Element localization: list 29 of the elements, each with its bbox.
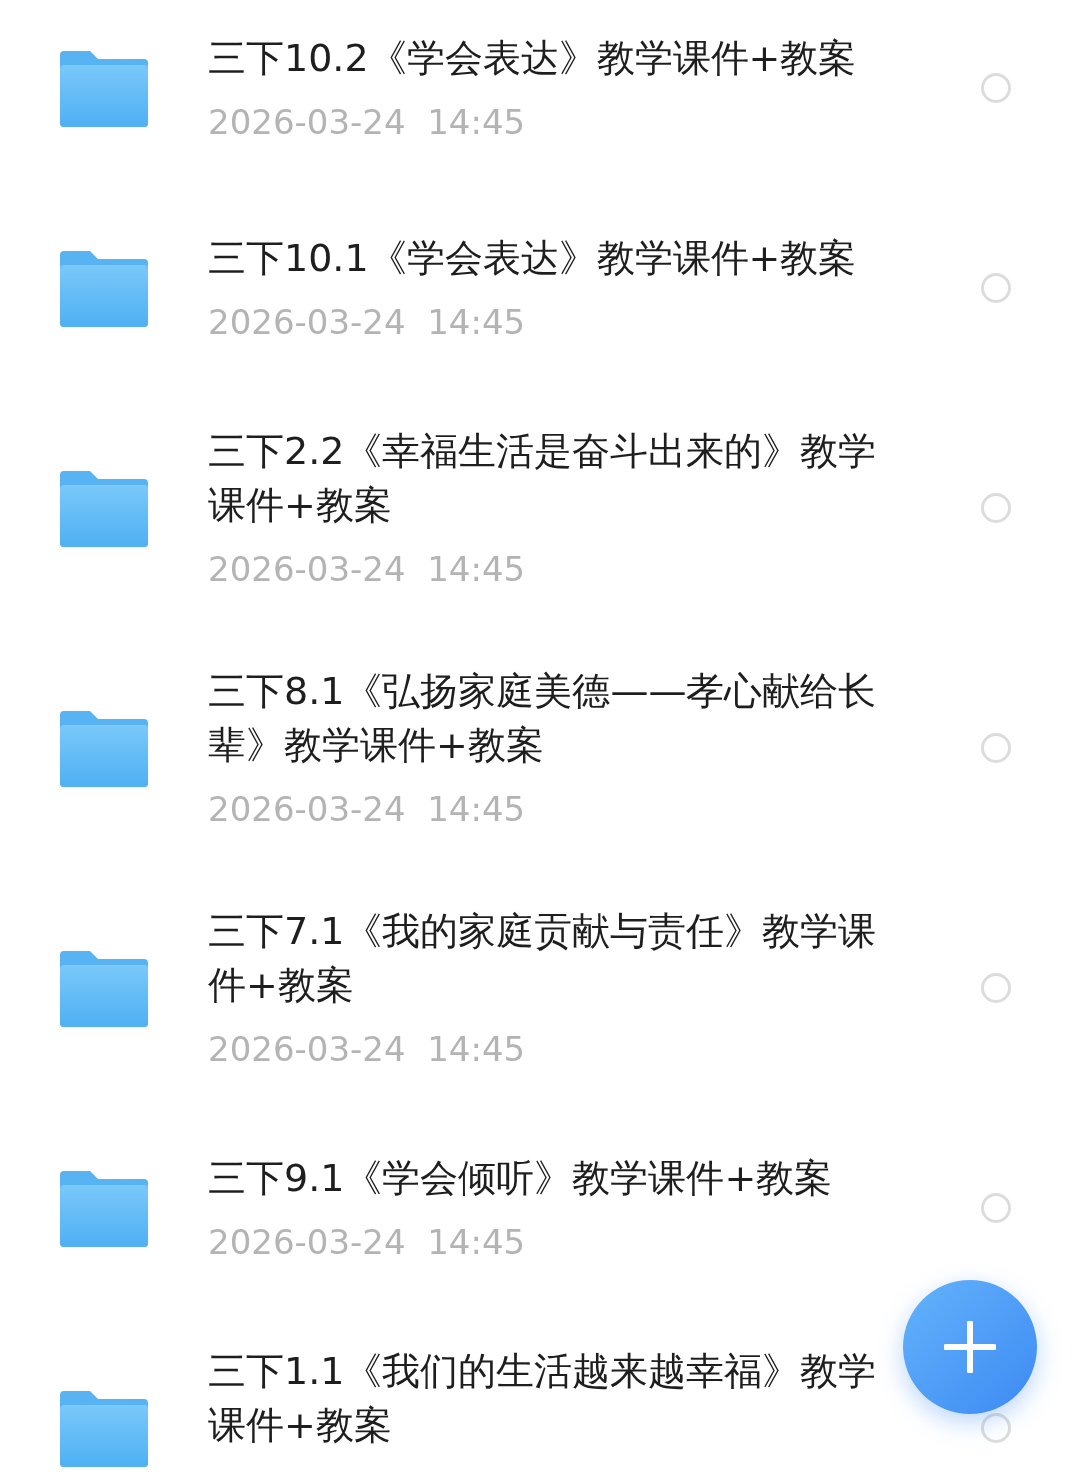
file-date: 2026-03-24 14:45 — [208, 301, 527, 344]
select-radio[interactable] — [981, 972, 1011, 1003]
select-radio[interactable] — [981, 732, 1011, 763]
file-name: 三下2.2《幸福生活是奋斗出来的》教学课件+教案 — [208, 428, 878, 529]
select-radio[interactable] — [981, 492, 1011, 523]
file-date: 2026-03-24 14:45 — [208, 1028, 527, 1071]
file-date: 2026-03-24 14:45 — [208, 101, 527, 144]
file-date: 2026-03-24 14:45 — [208, 788, 527, 831]
file-name: 三下7.1《我的家庭贡献与责任》教学课件+教案 — [208, 908, 878, 1009]
file-name: 三下10.1《学会表达》教学课件+教案 — [208, 235, 858, 282]
select-radio[interactable] — [981, 1412, 1011, 1443]
plus-icon — [944, 1321, 996, 1373]
file-date: 2026-03-24 14:45 — [208, 1221, 527, 1264]
folder-icon — [60, 948, 148, 1027]
add-button[interactable] — [903, 1280, 1037, 1414]
folder-icon — [60, 1388, 148, 1467]
file-name: 三下8.1《弘扬家庭美德——孝心献给长辈》教学课件+教案 — [208, 668, 878, 769]
folder-icon — [60, 468, 148, 547]
folder-icon — [60, 48, 148, 127]
select-radio[interactable] — [981, 72, 1011, 103]
file-name: 三下1.1《我们的生活越来越幸福》教学课件+教案 — [208, 1348, 878, 1449]
folder-icon — [60, 248, 148, 327]
file-date: 2026-03-24 14:45 — [208, 548, 527, 591]
folder-icon — [60, 1168, 148, 1247]
select-radio[interactable] — [981, 1192, 1011, 1223]
folder-icon — [60, 708, 148, 787]
file-name: 三下9.1《学会倾听》教学课件+教案 — [208, 1155, 834, 1202]
file-name: 三下10.2《学会表达》教学课件+教案 — [208, 35, 858, 82]
select-radio[interactable] — [981, 272, 1011, 303]
